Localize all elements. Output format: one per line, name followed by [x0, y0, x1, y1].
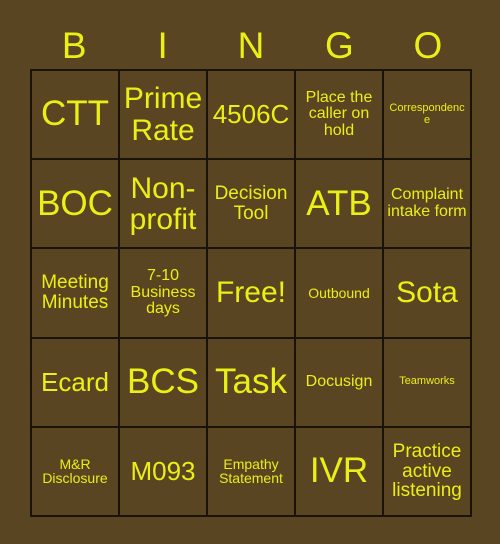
bingo-header-letter-n: N: [237, 24, 265, 66]
bingo-cell-g2[interactable]: ATB: [296, 160, 384, 250]
bingo-cell-i1[interactable]: Prime Rate: [120, 71, 208, 161]
bingo-cell-label: Decision Tool: [214, 183, 288, 224]
bingo-cell-i5[interactable]: M093: [120, 427, 208, 517]
bingo-cell-i4[interactable]: BCS: [120, 338, 208, 428]
bingo-cell-b4[interactable]: Ecard: [32, 338, 120, 428]
bingo-cell-n3-free[interactable]: Free!: [208, 249, 296, 339]
bingo-card: B I N G O CTT Prime Rate 4506C Place the…: [0, 0, 500, 544]
bingo-cell-label: Teamworks: [399, 375, 455, 388]
bingo-cell-label: Complaint intake form: [387, 186, 467, 220]
bingo-cell-label: Place the caller on hold: [305, 88, 373, 139]
bingo-header: B I N G O: [30, 22, 472, 68]
bingo-cell-label: M093: [130, 455, 196, 486]
bingo-cell-label: Docusign: [305, 372, 373, 390]
bingo-cell-g3[interactable]: Outbound: [296, 249, 384, 339]
bingo-cell-label: Outbound: [308, 284, 370, 301]
bingo-cell-label: Free!: [215, 276, 287, 310]
bingo-cell-n5[interactable]: Empathy Statement: [208, 427, 296, 517]
bingo-cell-i2[interactable]: Non-profit: [120, 160, 208, 250]
bingo-cell-o1[interactable]: Correspondence: [384, 71, 472, 161]
bingo-cell-label: Empathy Statement: [219, 455, 283, 487]
bingo-cell-o2[interactable]: Complaint intake form: [384, 160, 472, 250]
bingo-grid: CTT Prime Rate 4506C Place the caller on…: [30, 69, 472, 517]
bingo-cell-label: Practice active listening: [392, 440, 462, 502]
bingo-cell-o3[interactable]: Sota: [384, 249, 472, 339]
bingo-cell-label: Prime Rate: [123, 82, 203, 147]
bingo-cell-label: BCS: [127, 362, 199, 401]
bingo-header-letter-g: G: [325, 24, 354, 66]
bingo-cell-label: Ecard: [41, 366, 109, 397]
bingo-cell-o4[interactable]: Teamworks: [384, 338, 472, 428]
bingo-cell-label: BOC: [37, 183, 113, 223]
bingo-cell-n4[interactable]: Task: [208, 338, 296, 428]
bingo-cell-label: 7-10 Business days: [130, 267, 196, 318]
bingo-header-letter-o: O: [413, 24, 443, 66]
bingo-cell-label: ATB: [306, 183, 372, 223]
bingo-cell-g1[interactable]: Place the caller on hold: [296, 71, 384, 161]
bingo-header-letter-i: I: [157, 24, 168, 66]
bingo-cell-label: Task: [215, 362, 287, 401]
bingo-header-letter-b: B: [61, 24, 87, 66]
bingo-cell-label: 4506C: [212, 99, 290, 130]
bingo-cell-g5[interactable]: IVR: [296, 427, 384, 517]
bingo-cell-o5[interactable]: Practice active listening: [384, 427, 472, 517]
bingo-cell-label: IVR: [309, 451, 369, 491]
bingo-cell-b3[interactable]: Meeting Minutes: [32, 249, 120, 339]
bingo-cell-label: Meeting Minutes: [41, 272, 109, 313]
bingo-cell-b1[interactable]: CTT: [32, 71, 120, 161]
bingo-cell-label: Sota: [396, 276, 458, 310]
bingo-cell-n2[interactable]: Decision Tool: [208, 160, 296, 250]
bingo-cell-b2[interactable]: BOC: [32, 160, 120, 250]
bingo-cell-g4[interactable]: Docusign: [296, 338, 384, 428]
bingo-cell-label: Correspondence: [389, 102, 465, 126]
bingo-cell-b5[interactable]: M&R Disclosure: [32, 427, 120, 517]
bingo-cell-i3[interactable]: 7-10 Business days: [120, 249, 208, 339]
bingo-cell-label: M&R Disclosure: [42, 455, 108, 487]
bingo-cell-label: CTT: [40, 94, 110, 134]
bingo-cell-n1[interactable]: 4506C: [208, 71, 296, 161]
bingo-cell-label: Non-profit: [129, 171, 197, 236]
